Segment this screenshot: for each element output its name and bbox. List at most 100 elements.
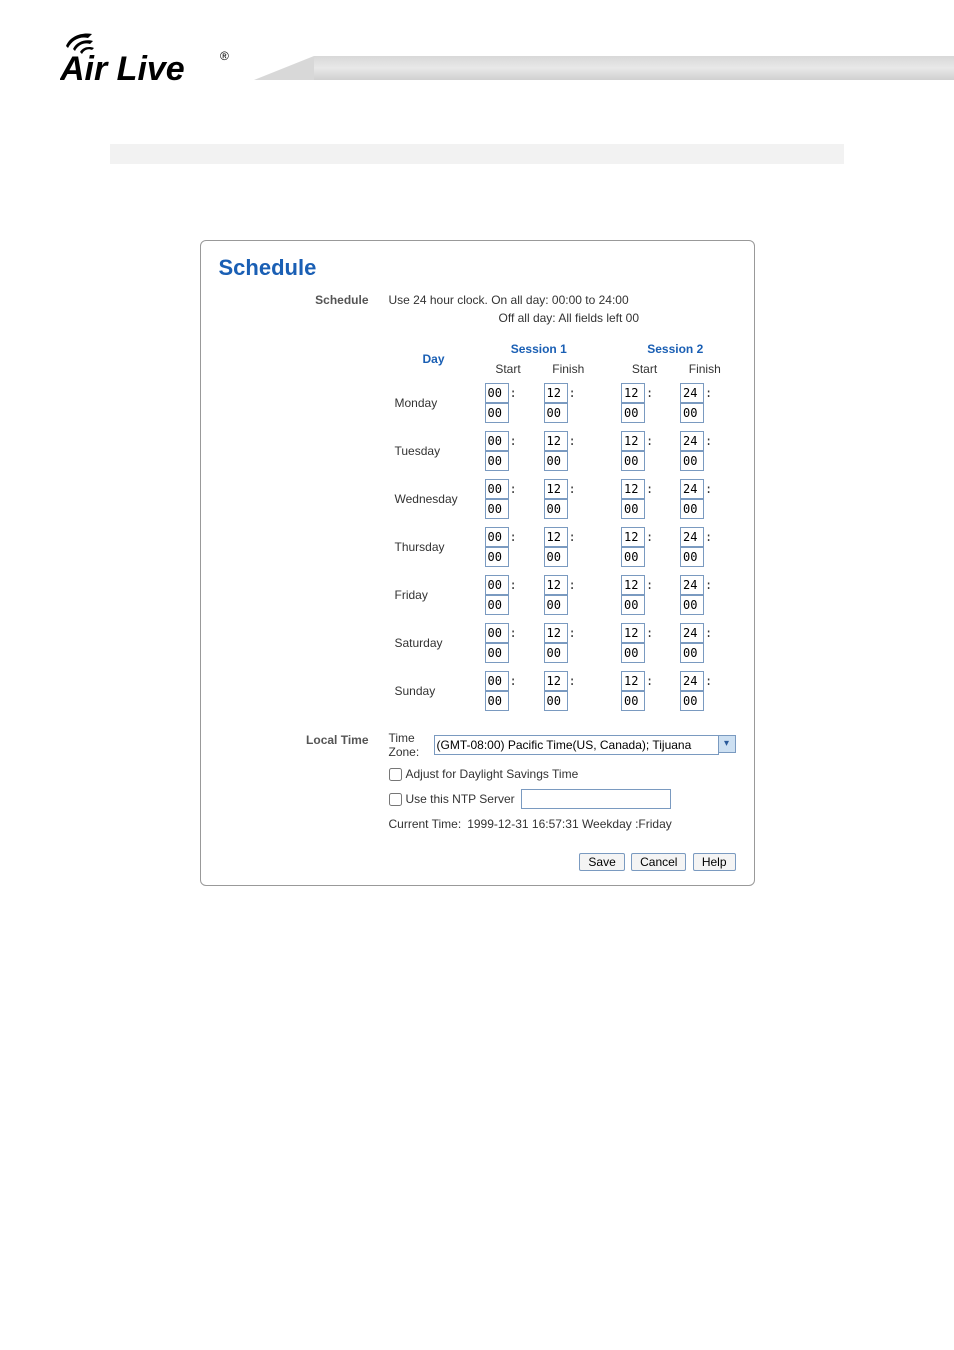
table-row: Thursday:::: [389, 523, 736, 571]
s1-finish-min[interactable] [544, 499, 568, 519]
s1-start-min[interactable] [485, 643, 509, 663]
s2-finish-min[interactable] [680, 595, 704, 615]
s2-start-min[interactable] [621, 547, 645, 567]
day-label: Sunday [389, 667, 479, 715]
s2-finish-min[interactable] [680, 643, 704, 663]
table-row: Saturday:::: [389, 619, 736, 667]
current-time-value: 1999-12-31 16:57:31 Weekday :Friday [467, 817, 672, 831]
s1-start-hour[interactable] [485, 575, 509, 595]
s1-finish-hour[interactable] [544, 671, 568, 691]
s2-start-min[interactable] [621, 451, 645, 471]
s2-finish-hour[interactable] [680, 623, 704, 643]
s2-start-hour[interactable] [621, 527, 645, 547]
s2-finish-min[interactable] [680, 403, 704, 423]
s2-start-hour[interactable] [621, 383, 645, 403]
dst-checkbox[interactable] [389, 768, 402, 781]
s1-finish-hour[interactable] [544, 431, 568, 451]
s2-start-min[interactable] [621, 403, 645, 423]
s1-start-hour[interactable] [485, 383, 509, 403]
s2-start-hour[interactable] [621, 431, 645, 451]
schedule-section-label: Schedule [219, 291, 389, 327]
s2-finish-hour[interactable] [680, 383, 704, 403]
s1-start-min[interactable] [485, 451, 509, 471]
s1-finish-hour[interactable] [544, 623, 568, 643]
s1-finish-min[interactable] [544, 643, 568, 663]
chevron-down-icon[interactable]: ▾ [718, 735, 736, 753]
s2-finish-min[interactable] [680, 499, 704, 519]
col-day: Day [389, 339, 479, 379]
col-s1-start: Start [479, 359, 538, 379]
table-row: Sunday:::: [389, 667, 736, 715]
day-label: Friday [389, 571, 479, 619]
s1-start-min[interactable] [485, 691, 509, 711]
day-label: Tuesday [389, 427, 479, 475]
save-button[interactable]: Save [579, 853, 624, 871]
s1-start-hour[interactable] [485, 479, 509, 499]
s2-start-hour[interactable] [621, 575, 645, 595]
day-label: Saturday [389, 619, 479, 667]
s1-start-min[interactable] [485, 403, 509, 423]
s1-start-min[interactable] [485, 547, 509, 567]
col-session2: Session 2 [615, 339, 736, 359]
s1-start-hour[interactable] [485, 527, 509, 547]
col-s2-start: Start [615, 359, 674, 379]
local-time-section-label: Local Time [219, 731, 389, 839]
ntp-server-input[interactable] [521, 789, 671, 809]
timezone-label: Time Zone: [389, 731, 430, 759]
s1-finish-min[interactable] [544, 547, 568, 567]
s1-start-hour[interactable] [485, 671, 509, 691]
s2-start-min[interactable] [621, 643, 645, 663]
airlive-logo: Air Live ® [60, 30, 270, 93]
s2-start-min[interactable] [621, 595, 645, 615]
s2-finish-hour[interactable] [680, 575, 704, 595]
schedule-table: Day Session 1 Session 2 Start Finish Sta… [389, 339, 736, 715]
sub-banner [110, 144, 844, 164]
ntp-label: Use this NTP Server [406, 792, 515, 806]
day-label: Monday [389, 379, 479, 427]
s2-start-hour[interactable] [621, 671, 645, 691]
col-s1-finish: Finish [538, 359, 599, 379]
current-time-label: Current Time: [389, 817, 462, 831]
s2-finish-min[interactable] [680, 451, 704, 471]
table-row: Monday:::: [389, 379, 736, 427]
s2-finish-hour[interactable] [680, 527, 704, 547]
s1-finish-hour[interactable] [544, 479, 568, 499]
s1-finish-min[interactable] [544, 595, 568, 615]
s1-start-hour[interactable] [485, 431, 509, 451]
s2-finish-hour[interactable] [680, 671, 704, 691]
s1-start-hour[interactable] [485, 623, 509, 643]
timezone-select[interactable] [434, 735, 719, 755]
s1-start-min[interactable] [485, 499, 509, 519]
cancel-button[interactable]: Cancel [631, 853, 686, 871]
hint-line-2: Off all day: All fields left 00 [389, 309, 736, 327]
s2-start-hour[interactable] [621, 479, 645, 499]
svg-text:®: ® [220, 49, 229, 63]
col-s2-finish: Finish [674, 359, 736, 379]
s1-finish-min[interactable] [544, 691, 568, 711]
day-label: Thursday [389, 523, 479, 571]
s2-finish-hour[interactable] [680, 431, 704, 451]
s2-start-min[interactable] [621, 691, 645, 711]
table-row: Friday:::: [389, 571, 736, 619]
table-row: Wednesday:::: [389, 475, 736, 523]
s2-start-min[interactable] [621, 499, 645, 519]
schedule-panel: Schedule Schedule Use 24 hour clock. On … [200, 240, 755, 886]
help-button[interactable]: Help [693, 853, 736, 871]
header: Air Live ® [0, 0, 954, 140]
s2-finish-hour[interactable] [680, 479, 704, 499]
svg-text:Air Live: Air Live [60, 50, 185, 88]
dst-label: Adjust for Daylight Savings Time [406, 767, 579, 781]
banner-stripe [314, 56, 954, 80]
page-title: Schedule [219, 255, 736, 281]
s1-finish-hour[interactable] [544, 575, 568, 595]
s1-finish-min[interactable] [544, 451, 568, 471]
hint-line-1: Use 24 hour clock. On all day: 00:00 to … [389, 291, 736, 309]
ntp-checkbox[interactable] [389, 793, 402, 806]
s1-finish-hour[interactable] [544, 383, 568, 403]
s1-finish-min[interactable] [544, 403, 568, 423]
s1-finish-hour[interactable] [544, 527, 568, 547]
s2-finish-min[interactable] [680, 547, 704, 567]
s1-start-min[interactable] [485, 595, 509, 615]
s2-finish-min[interactable] [680, 691, 704, 711]
s2-start-hour[interactable] [621, 623, 645, 643]
